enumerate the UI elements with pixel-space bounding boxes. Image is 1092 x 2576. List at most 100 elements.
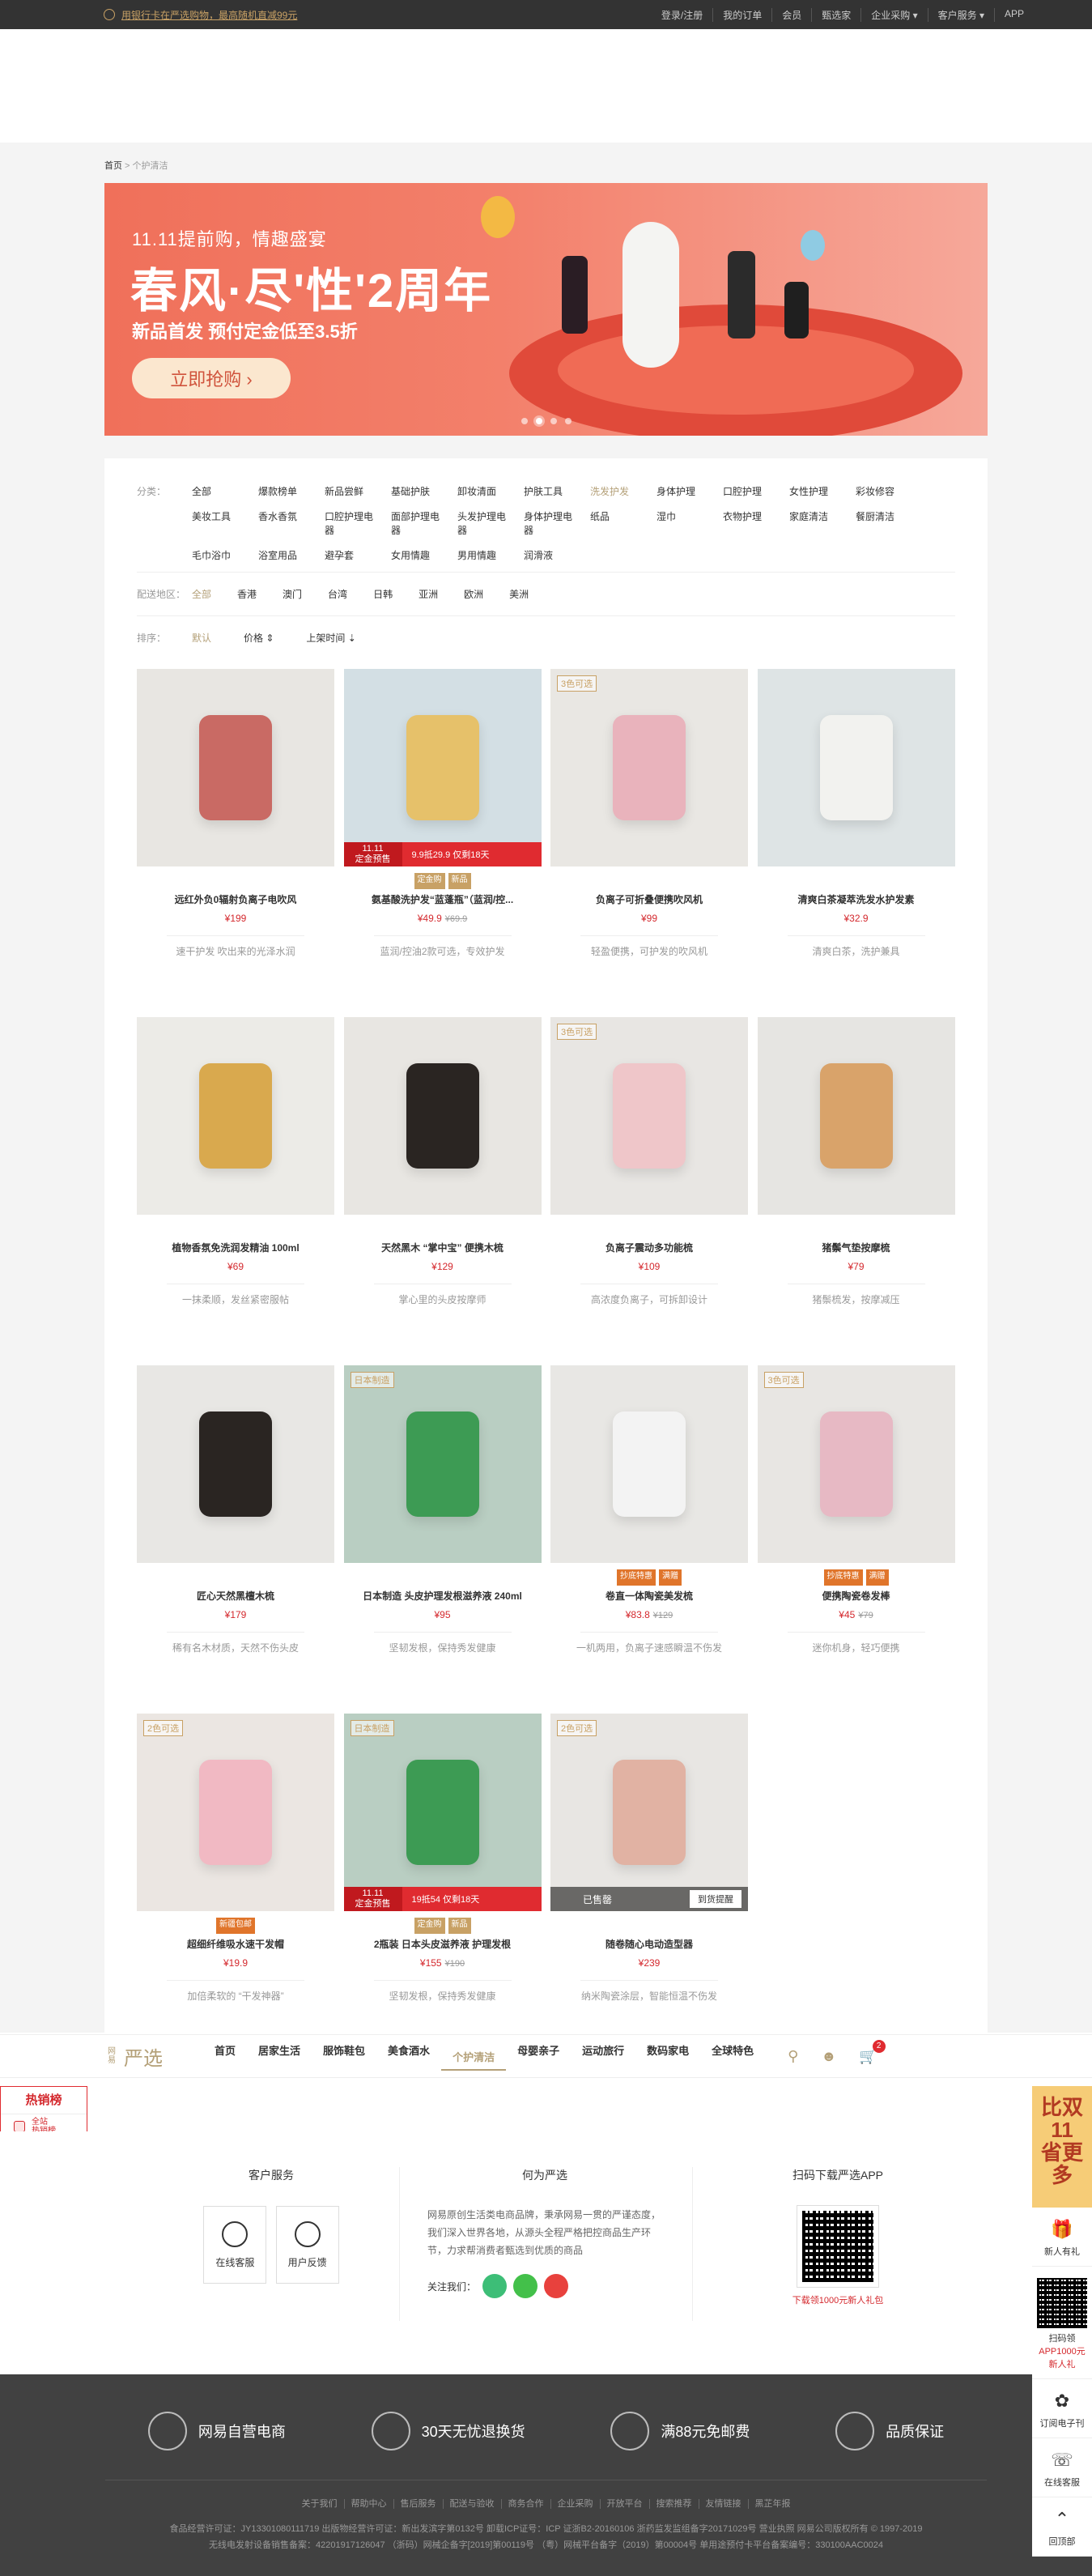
- footer-link[interactable]: 关于我们: [295, 2499, 344, 2509]
- nav-item[interactable]: 首页: [203, 2042, 247, 2071]
- category-option[interactable]: 彩妆修容: [856, 484, 904, 498]
- region-option[interactable]: 欧洲: [464, 587, 483, 601]
- promo-link[interactable]: 用银行卡在严选购物，最高随机直减99元: [104, 8, 297, 22]
- category-option[interactable]: 男用情趣: [457, 548, 506, 562]
- category-option[interactable]: 头发护理电器: [457, 509, 506, 537]
- category-option[interactable]: 家庭清洁: [789, 509, 838, 537]
- sort-option[interactable]: 价格 ⇕: [244, 631, 274, 645]
- product-name[interactable]: 远红外负0辐射负离子电吹风: [137, 892, 334, 906]
- member-link[interactable]: 会员: [771, 7, 811, 22]
- category-option[interactable]: 避孕套: [325, 548, 373, 562]
- nav-item[interactable]: 数码家电: [635, 2042, 700, 2071]
- product-name[interactable]: 随卷随心电动造型器: [550, 1937, 748, 1951]
- product-name[interactable]: 2瓶装 日本头皮滋养液 护理发根: [344, 1937, 542, 1951]
- product-name[interactable]: 超细纤维吸水速干发帽: [137, 1937, 334, 1951]
- product-card[interactable]: 天然黑木 “掌中宝” 便携木梳 ¥129 掌心里的头皮按摩师: [343, 1017, 542, 1341]
- product-image[interactable]: [137, 1365, 334, 1563]
- category-option[interactable]: 女用情趣: [391, 548, 440, 562]
- online-service-side[interactable]: ☏ 在线客服: [1032, 2438, 1092, 2497]
- banner-dot[interactable]: [564, 418, 571, 424]
- product-name[interactable]: 日本制造 头皮护理发根滋养液 240ml: [344, 1589, 542, 1603]
- category-option[interactable]: 基础护肤: [391, 484, 440, 498]
- product-name[interactable]: 天然黑木 “掌中宝” 便携木梳: [344, 1241, 542, 1254]
- orders-link[interactable]: 我的订单: [712, 7, 771, 22]
- product-name[interactable]: 植物香氛免洗润发精油 100ml: [137, 1241, 334, 1254]
- banner-dot[interactable]: [550, 418, 557, 424]
- logo[interactable]: 网易 严选: [108, 2042, 163, 2071]
- category-option[interactable]: 身体护理电器: [524, 509, 572, 537]
- product-image[interactable]: [550, 1365, 748, 1563]
- product-card[interactable]: 猪鬃气垫按摩梳 ¥79 猪鬃梳发，按摩减压: [757, 1017, 955, 1341]
- sort-option[interactable]: 上架时间 ⇣: [306, 631, 355, 645]
- product-card[interactable]: 日本制造 11.11 定金预售 19抵54 仅剩18天 定金购 新品 2瓶装 日本头皮滋…: [343, 1714, 542, 2037]
- product-image[interactable]: 3色可选: [550, 669, 748, 866]
- category-option[interactable]: 洗发护发: [590, 484, 639, 498]
- nav-item[interactable]: 居家生活: [247, 2042, 312, 2071]
- wechat-icon[interactable]: [513, 2274, 538, 2298]
- product-image[interactable]: [137, 669, 334, 866]
- product-image[interactable]: 11.11 定金预售 9.9抵29.9 仅剩18天: [343, 669, 542, 866]
- app-qr-side[interactable]: 扫码领 APP1000元 新人礼: [1032, 2267, 1092, 2379]
- product-card[interactable]: 清爽白茶凝萃洗发水护发素 ¥32.9 清爽白茶，洗护兼具: [757, 669, 955, 993]
- restock-remind-button[interactable]: 到货提醒: [690, 1890, 741, 1908]
- category-option[interactable]: 湿巾: [656, 509, 705, 537]
- product-card[interactable]: 植物香氛免洗润发精油 100ml ¥69 一抹柔顺，发丝紧密服帖: [137, 1017, 334, 1341]
- search-icon[interactable]: ⚲: [788, 2048, 798, 2065]
- product-card[interactable]: 抄底特惠 满赠 卷直一体陶瓷美发梳 ¥83.8 ¥129 一机两用，负离子速感瞬温不…: [550, 1365, 748, 1689]
- qq-icon[interactable]: [482, 2274, 508, 2298]
- category-option[interactable]: 美妆工具: [192, 509, 240, 537]
- product-image[interactable]: [343, 1017, 542, 1215]
- product-image[interactable]: [757, 669, 955, 866]
- product-name[interactable]: 负离子震动多功能梳: [550, 1241, 748, 1254]
- region-option[interactable]: 亚洲: [419, 587, 438, 601]
- category-option[interactable]: 身体护理: [656, 484, 705, 498]
- nav-item[interactable]: 母婴亲子: [506, 2042, 571, 2071]
- category-option[interactable]: 爆款榜单: [258, 484, 307, 498]
- nav-item[interactable]: 美食酒水: [376, 2042, 441, 2071]
- product-card[interactable]: 3色可选 负离子可折叠便携吹风机 ¥99 轻盈便携，可护发的吹风机: [550, 669, 748, 993]
- footer-link[interactable]: 配送与验收: [442, 2499, 501, 2509]
- category-option[interactable]: 口腔护理: [723, 484, 771, 498]
- cart-icon[interactable]: 🛒 2: [859, 2039, 886, 2065]
- footer-link[interactable]: 商务合作: [500, 2499, 550, 2509]
- nav-item[interactable]: 运动旅行: [571, 2042, 635, 2071]
- region-option[interactable]: 全部: [192, 587, 211, 601]
- product-card[interactable]: 11.11 定金预售 9.9抵29.9 仅剩18天 定金购 新品 氨基酸洗护发“蓝蓬瓶…: [343, 669, 542, 993]
- nav-item[interactable]: 个护清洁: [441, 2049, 507, 2071]
- product-card[interactable]: 日本制造 日本制造 头皮护理发根滋养液 240ml ¥95 坚韧发根，保持秀发健…: [343, 1365, 542, 1689]
- category-option[interactable]: 浴室用品: [258, 548, 307, 562]
- product-name[interactable]: 便携陶瓷卷发棒: [758, 1589, 955, 1603]
- category-option[interactable]: 卸妆清面: [457, 484, 506, 498]
- service-link[interactable]: 客户服务 ▾: [927, 7, 994, 22]
- weibo-icon[interactable]: [544, 2274, 569, 2298]
- product-card[interactable]: 远红外负0辐射负离子电吹风 ¥199 速干护发 吹出来的光泽水润: [137, 669, 334, 993]
- sort-option[interactable]: 默认: [192, 631, 211, 645]
- footer-link[interactable]: 售后服务: [393, 2499, 443, 2509]
- category-option[interactable]: 护肤工具: [524, 484, 572, 498]
- category-option[interactable]: 女性护理: [789, 484, 838, 498]
- product-card[interactable]: 3色可选 抄底特惠 满赠 便携陶瓷卷发棒 ¥45 ¥79 迷你机身，轻巧便携: [757, 1365, 955, 1689]
- product-image[interactable]: [757, 1017, 955, 1215]
- footer-link[interactable]: 开放平台: [599, 2499, 649, 2509]
- feedback-button[interactable]: 用户反馈: [275, 2206, 339, 2284]
- product-image[interactable]: 3色可选: [550, 1017, 748, 1215]
- region-option[interactable]: 日韩: [373, 587, 393, 601]
- region-option[interactable]: 台湾: [328, 587, 347, 601]
- footer-link[interactable]: 帮助中心: [343, 2499, 393, 2509]
- category-option[interactable]: 面部护理电器: [391, 509, 440, 537]
- product-name[interactable]: 氨基酸洗护发“蓝蓬瓶”（蓝润/控...: [344, 892, 542, 906]
- double11-ad[interactable]: 比双11 省更多: [1032, 2086, 1092, 2208]
- product-image[interactable]: [137, 1017, 334, 1215]
- category-option[interactable]: 香水香氛: [258, 509, 307, 537]
- product-image[interactable]: 2色可选: [137, 1714, 334, 1911]
- banner-dot-active[interactable]: [535, 418, 542, 424]
- product-card[interactable]: 2色可选 已售罄 到货提醒 随卷随心电动造型器 ¥239 纳米陶瓷涂层，智能恒温不伤…: [550, 1714, 748, 2037]
- product-image[interactable]: 日本制造 11.11 定金预售 19抵54 仅剩18天: [343, 1714, 542, 1911]
- category-option[interactable]: 毛巾浴巾: [192, 548, 240, 562]
- online-service-button[interactable]: 在线客服: [203, 2206, 267, 2284]
- breadcrumb-home[interactable]: 首页: [104, 161, 122, 171]
- new-user-gift[interactable]: 🎁 新人有礼: [1032, 2208, 1092, 2267]
- selector-link[interactable]: 甄选家: [811, 7, 860, 22]
- product-image[interactable]: 日本制造: [343, 1365, 542, 1563]
- category-option[interactable]: 全部: [192, 484, 240, 498]
